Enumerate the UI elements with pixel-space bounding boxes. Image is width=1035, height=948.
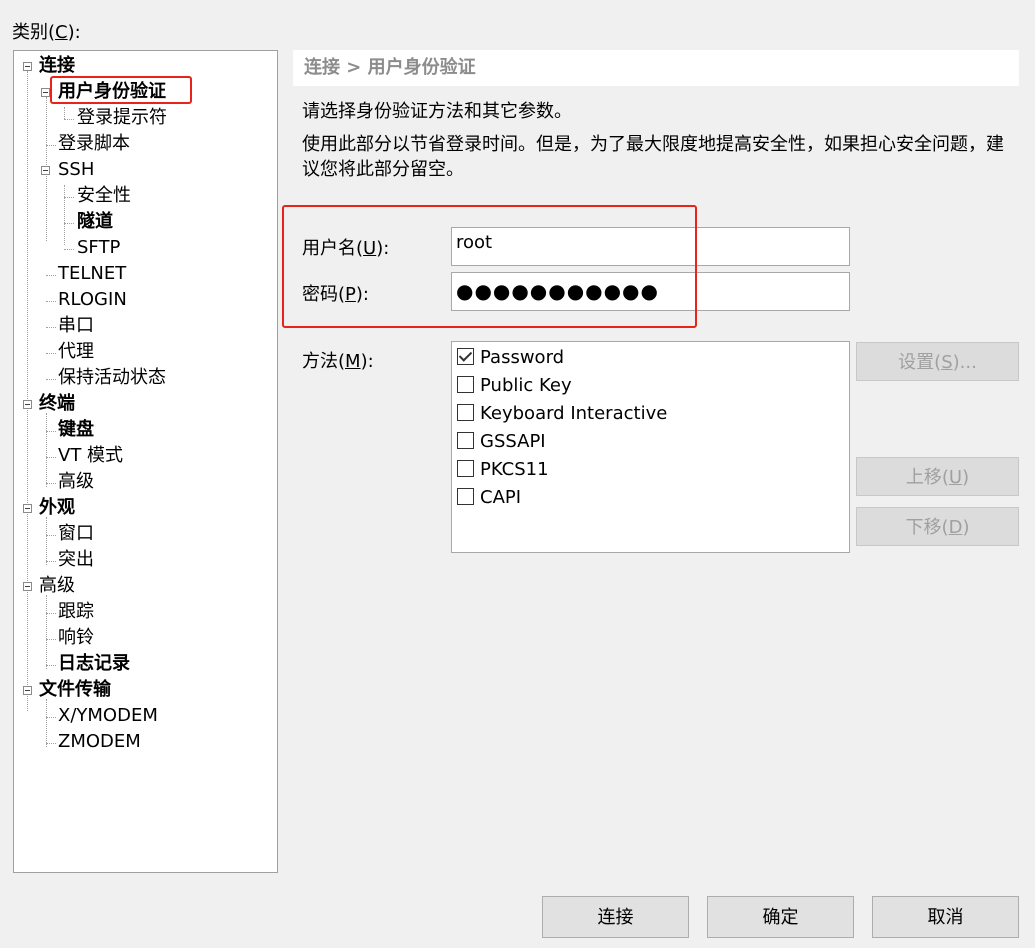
tree-item-connection[interactable]: 连接 [39,54,75,78]
connect-button[interactable]: 连接 [542,896,689,938]
method-label-public-key: Public Key [480,375,572,396]
tree-item-sftp[interactable]: SFTP [77,236,120,260]
method-item-gssapi[interactable]: GSSAPI [457,428,546,456]
method-label-gssapi: GSSAPI [480,431,546,452]
tree-item-terminal[interactable]: 终端 [39,392,75,416]
tree-item-ssh[interactable]: SSH [58,158,94,182]
category-label: 类别(C): [12,22,81,43]
description-text: 请选择身份验证方法和其它参数。 [302,101,572,122]
tree-item-terminal-advanced[interactable]: 高级 [58,470,94,494]
tree-item-proxy[interactable]: 代理 [58,340,94,364]
checkbox-icon[interactable] [457,459,474,477]
highlight-box [282,205,697,328]
collapse-icon[interactable] [41,88,50,97]
collapse-icon[interactable] [23,686,32,695]
tree-item-security[interactable]: 安全性 [77,184,131,208]
tree-item-telnet[interactable]: TELNET [58,262,126,286]
settings-button[interactable]: 设置(S)... [856,342,1019,381]
breadcrumb: 连接 > 用户身份验证 [293,50,1019,86]
method-item-public-key[interactable]: Public Key [457,372,572,400]
checkbox-icon[interactable] [457,403,474,421]
tree-item-vt-mode[interactable]: VT 模式 [58,444,123,468]
tree-item-highlight[interactable]: 突出 [58,548,94,572]
category-tree[interactable]: 连接 用户身份验证 登录提示符 登录脚本 SSH 安全性 隧道 SFTP TEL… [13,50,278,873]
highlight-box [50,76,192,104]
tree-item-login-prompt[interactable]: 登录提示符 [77,106,167,130]
tree-item-keep-alive[interactable]: 保持活动状态 [58,366,166,390]
tree-item-xymodem[interactable]: X/YMODEM [58,704,158,728]
tree-item-window[interactable]: 窗口 [58,522,94,546]
collapse-icon[interactable] [23,582,32,591]
tree-item-appearance[interactable]: 外观 [39,496,75,520]
tree-item-file-transfer[interactable]: 文件传输 [39,678,111,702]
collapse-icon[interactable] [23,400,32,409]
tree-item-rlogin[interactable]: RLOGIN [58,288,127,312]
tree-item-zmodem[interactable]: ZMODEM [58,730,141,754]
collapse-icon[interactable] [23,504,32,513]
cancel-button[interactable]: 取消 [872,896,1019,938]
method-list[interactable]: Password Public Key Keyboard Interactive… [451,341,850,553]
ok-button[interactable]: 确定 [707,896,854,938]
method-item-capi[interactable]: CAPI [457,484,521,512]
tree-item-tunnel[interactable]: 隧道 [77,210,113,234]
method-label: 方法(M): [302,351,374,372]
collapse-icon[interactable] [23,62,32,71]
method-item-password[interactable]: Password [457,344,564,372]
method-label-capi: CAPI [480,487,522,508]
checkbox-icon[interactable] [457,487,474,505]
tree-item-keyboard[interactable]: 键盘 [58,418,94,442]
method-item-keyboard-interactive[interactable]: Keyboard Interactive [457,400,667,428]
tree-item-logging[interactable]: 日志记录 [58,652,130,676]
checkbox-checked-icon[interactable] [457,347,474,365]
tree-item-serial[interactable]: 串口 [58,314,94,338]
method-label-keyboard-interactive: Keyboard Interactive [480,403,668,424]
method-item-pkcs11[interactable]: PKCS11 [457,456,549,484]
method-label-pkcs11: PKCS11 [480,459,549,480]
tree-item-login-script[interactable]: 登录脚本 [58,132,130,156]
move-up-button[interactable]: 上移(U) [856,457,1019,496]
method-label-password: Password [480,347,565,368]
tree-item-bell[interactable]: 响铃 [58,626,94,650]
collapse-icon[interactable] [41,166,50,175]
move-down-button[interactable]: 下移(D) [856,507,1019,546]
checkbox-icon[interactable] [457,431,474,449]
tree-item-advanced[interactable]: 高级 [39,574,75,598]
checkbox-icon[interactable] [457,375,474,393]
tree-item-trace[interactable]: 跟踪 [58,600,94,624]
description-text: 使用此部分以节省登录时间。但是，为了最大限度地提高安全性，如果担心安全问题，建议… [302,134,1004,180]
